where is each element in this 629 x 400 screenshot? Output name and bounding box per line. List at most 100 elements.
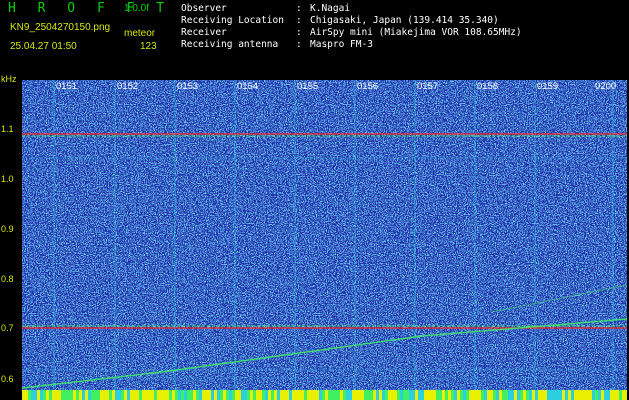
- band-cell: [436, 390, 439, 400]
- band-cell: [319, 390, 322, 400]
- band-cell: [73, 390, 76, 400]
- info-row-location: Receiving Location : Chigasaki, Japan (1…: [181, 15, 522, 27]
- band-cell: [568, 390, 571, 400]
- band-cell: [256, 390, 259, 400]
- band-cell: [112, 390, 115, 400]
- band-cell: [610, 390, 613, 400]
- info-value: Maspro FM-3: [310, 39, 373, 50]
- info-key: Receiver: [181, 27, 227, 38]
- band-cell: [373, 390, 376, 400]
- band-cell: [406, 390, 409, 400]
- band-cell: [97, 390, 100, 400]
- band-cell: [547, 390, 550, 400]
- band-cell: [598, 390, 601, 400]
- band-cell: [142, 390, 145, 400]
- band-cell: [499, 390, 502, 400]
- band-cell: [22, 390, 25, 400]
- band-cell: [178, 390, 181, 400]
- band-cell: [337, 390, 340, 400]
- band-cell: [409, 390, 412, 400]
- band-cell: [235, 390, 238, 400]
- band-cell: [445, 390, 448, 400]
- band-cell: [487, 390, 490, 400]
- band-cell: [577, 390, 580, 400]
- band-cell: [364, 390, 367, 400]
- band-cell: [307, 390, 310, 400]
- band-cell: [478, 390, 481, 400]
- band-cell: [442, 390, 445, 400]
- y-tick-label: 0.9: [1, 224, 14, 234]
- band-cell: [388, 390, 391, 400]
- band-cell: [124, 390, 127, 400]
- band-cell: [145, 390, 148, 400]
- band-cell: [484, 390, 487, 400]
- info-value: K.Nagai: [310, 3, 351, 14]
- band-cell: [148, 390, 151, 400]
- band-cell: [385, 390, 388, 400]
- band-cell: [418, 390, 421, 400]
- band-cell: [451, 390, 454, 400]
- info-separator: :: [296, 39, 302, 50]
- band-cell: [127, 390, 130, 400]
- band-cell: [370, 390, 373, 400]
- band-cell: [583, 390, 586, 400]
- time-tick-label: 0151: [56, 81, 78, 92]
- band-cell: [508, 390, 511, 400]
- band-cell: [457, 390, 460, 400]
- band-cell: [64, 390, 67, 400]
- band-cell: [277, 390, 280, 400]
- y-tick-label: 0.6: [1, 374, 14, 384]
- band-cell: [595, 390, 598, 400]
- band-cell: [247, 390, 250, 400]
- band-cell: [136, 390, 139, 400]
- info-separator: :: [296, 3, 302, 14]
- info-key: Receiving Location: [181, 15, 284, 26]
- band-cell: [115, 390, 118, 400]
- band-cell: [163, 390, 166, 400]
- band-cell: [130, 390, 133, 400]
- band-cell: [391, 390, 394, 400]
- time-tick-label: 0154: [237, 81, 259, 92]
- info-row-antenna: Receiving antenna : Maspro FM-3: [181, 39, 522, 51]
- y-tick-label: 1.0: [1, 174, 14, 184]
- band-cell: [289, 390, 292, 400]
- band-cell: [271, 390, 274, 400]
- info-separator: :: [296, 27, 302, 38]
- band-cell: [343, 390, 346, 400]
- band-cell: [328, 390, 331, 400]
- band-cell: [49, 390, 52, 400]
- band-cell: [109, 390, 112, 400]
- band-cell: [91, 390, 94, 400]
- band-cell: [43, 390, 46, 400]
- band-cell: [616, 390, 619, 400]
- band-cell: [265, 390, 268, 400]
- band-cell: [514, 390, 517, 400]
- band-cell: [382, 390, 385, 400]
- band-cell: [397, 390, 400, 400]
- info-value: Chigasaki, Japan (139.414 35.340): [310, 15, 499, 26]
- band-cell: [88, 390, 91, 400]
- band-cell: [622, 390, 625, 400]
- band-cell: [196, 390, 199, 400]
- band-cell: [469, 390, 472, 400]
- band-cell: [181, 390, 184, 400]
- band-cell: [202, 390, 205, 400]
- spectrogram: [22, 80, 627, 400]
- band-cell: [133, 390, 136, 400]
- band-cell: [166, 390, 169, 400]
- band-cell: [580, 390, 583, 400]
- band-cell: [301, 390, 304, 400]
- band-cell: [439, 390, 442, 400]
- band-cell: [28, 390, 31, 400]
- band-cell: [34, 390, 37, 400]
- band-cell: [283, 390, 286, 400]
- band-cell: [619, 390, 622, 400]
- band-cell: [346, 390, 349, 400]
- band-cell: [448, 390, 451, 400]
- band-cell: [556, 390, 559, 400]
- band-cell: [52, 390, 55, 400]
- band-cell: [295, 390, 298, 400]
- mode-label: meteor: [124, 28, 156, 39]
- frequency-unit-label: kHz: [1, 74, 17, 84]
- band-cell: [154, 390, 157, 400]
